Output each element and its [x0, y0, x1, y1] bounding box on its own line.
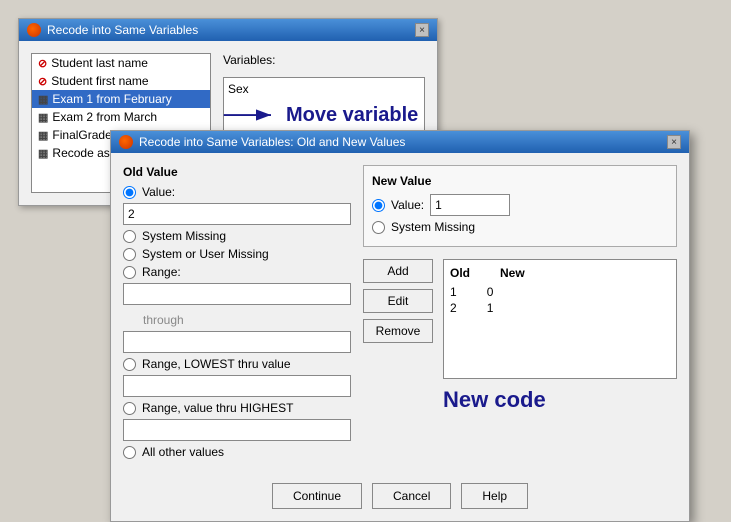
range-radio-row[interactable]: Range: — [123, 265, 351, 279]
new-system-missing-radio[interactable] — [372, 221, 385, 234]
var-label: Student first name — [51, 74, 148, 88]
range-lowest-radio[interactable] — [123, 358, 136, 371]
bg-title-bar: Recode into Same Variables × — [19, 19, 437, 41]
right-content: Add Edit Remove Old New 1 0 — [363, 259, 677, 413]
cancel-button[interactable]: Cancel — [372, 483, 451, 509]
system-missing-label: System Missing — [142, 229, 226, 243]
fg-title-bar: Recode into Same Variables: Old and New … — [111, 131, 689, 153]
new-code-annotation: New code — [443, 387, 677, 413]
table-icon: ▦ — [38, 111, 48, 124]
list-item[interactable]: ⊘ Student last name — [32, 54, 210, 72]
bg-window-title: Recode into Same Variables — [47, 23, 198, 37]
add-button[interactable]: Add — [363, 259, 433, 283]
move-variable-annotation: Move variable — [286, 104, 418, 127]
range-highest-label: Range, value thru HIGHEST — [142, 401, 293, 415]
new-value-panel: New Value Value: 1 System Missing Add Ed… — [363, 165, 677, 463]
new-value-cell: 0 — [487, 285, 494, 299]
old-value-panel: Old Value Value: 2 System Missing System… — [123, 165, 363, 463]
new-value-header: New Value — [372, 174, 668, 188]
old-new-table: Old New 1 0 2 1 — [443, 259, 677, 379]
range-highest-input[interactable] — [123, 419, 351, 441]
value-input[interactable]: 2 — [123, 203, 351, 225]
dialog-footer: Continue Cancel Help — [111, 475, 689, 521]
list-item[interactable]: ⊘ Student first name — [32, 72, 210, 90]
action-buttons: Add Edit Remove — [363, 259, 433, 413]
new-value-radio-row[interactable]: Value: 1 — [372, 194, 668, 216]
system-user-missing-radio-row[interactable]: System or User Missing — [123, 247, 351, 261]
old-value-cell: 1 — [450, 285, 457, 299]
range-label: Range: — [142, 265, 181, 279]
old-value-header: Old Value — [123, 165, 351, 179]
all-other-radio-row[interactable]: All other values — [123, 445, 351, 459]
var-label: FinalGrade — [52, 128, 111, 142]
variables-label: Variables: — [223, 53, 425, 67]
var-label: Student last name — [51, 56, 148, 70]
range-radio[interactable] — [123, 266, 136, 279]
new-value-cell: 1 — [487, 301, 494, 315]
range-highest-radio[interactable] — [123, 402, 136, 415]
value-radio-row[interactable]: Value: — [123, 185, 351, 199]
system-user-missing-label: System or User Missing — [142, 247, 269, 261]
fg-dialog: Recode into Same Variables: Old and New … — [110, 130, 690, 522]
value-radio-label: Value: — [142, 185, 175, 199]
var-label: Recode as — [52, 146, 109, 160]
variables-value: Sex — [228, 82, 249, 96]
old-new-column: Old New 1 0 2 1 New code — [443, 259, 677, 413]
help-button[interactable]: Help — [461, 483, 528, 509]
old-new-header: Old New — [450, 266, 670, 280]
system-missing-radio[interactable] — [123, 230, 136, 243]
list-item[interactable]: ▦ Exam 2 from March — [32, 108, 210, 126]
new-value-section: New Value Value: 1 System Missing — [363, 165, 677, 247]
table-icon: ▦ — [38, 93, 48, 106]
new-value-radio[interactable] — [372, 199, 385, 212]
new-value-input[interactable]: 1 — [430, 194, 510, 216]
range-input-2[interactable] — [123, 331, 351, 353]
no-entry-icon: ⊘ — [38, 75, 47, 88]
arrow-annotation: Move variable — [220, 100, 418, 130]
table-icon: ▦ — [38, 147, 48, 160]
system-missing-radio-row[interactable]: System Missing — [123, 229, 351, 243]
through-label: through — [123, 313, 351, 327]
new-value-label: Value: — [391, 198, 424, 212]
all-other-radio[interactable] — [123, 446, 136, 459]
spss-icon — [27, 23, 41, 37]
spss-icon-fg — [119, 135, 133, 149]
arrow-icon — [220, 100, 280, 130]
fg-close-button[interactable]: × — [667, 135, 681, 149]
new-system-missing-label: System Missing — [391, 220, 475, 234]
remove-button[interactable]: Remove — [363, 319, 433, 343]
range-input-1[interactable] — [123, 283, 351, 305]
value-radio[interactable] — [123, 186, 136, 199]
old-value-cell: 2 — [450, 301, 457, 315]
list-item-selected[interactable]: ▦ Exam 1 from February — [32, 90, 210, 108]
edit-button[interactable]: Edit — [363, 289, 433, 313]
table-row: 1 0 — [450, 284, 670, 300]
fg-dialog-title: Recode into Same Variables: Old and New … — [139, 135, 405, 149]
old-header: Old — [450, 266, 470, 280]
range-lowest-label: Range, LOWEST thru value — [142, 357, 291, 371]
bg-close-button[interactable]: × — [415, 23, 429, 37]
range-highest-radio-row[interactable]: Range, value thru HIGHEST — [123, 401, 351, 415]
var-label: Exam 1 from February — [52, 92, 171, 106]
new-system-missing-radio-row[interactable]: System Missing — [372, 220, 668, 234]
all-other-label: All other values — [142, 445, 224, 459]
table-row: 2 1 — [450, 300, 670, 316]
no-entry-icon: ⊘ — [38, 57, 47, 70]
table-icon: ▦ — [38, 129, 48, 142]
system-user-missing-radio[interactable] — [123, 248, 136, 261]
new-header: New — [500, 266, 525, 280]
range-lowest-radio-row[interactable]: Range, LOWEST thru value — [123, 357, 351, 371]
var-label: Exam 2 from March — [52, 110, 157, 124]
range-lowest-input[interactable] — [123, 375, 351, 397]
continue-button[interactable]: Continue — [272, 483, 362, 509]
